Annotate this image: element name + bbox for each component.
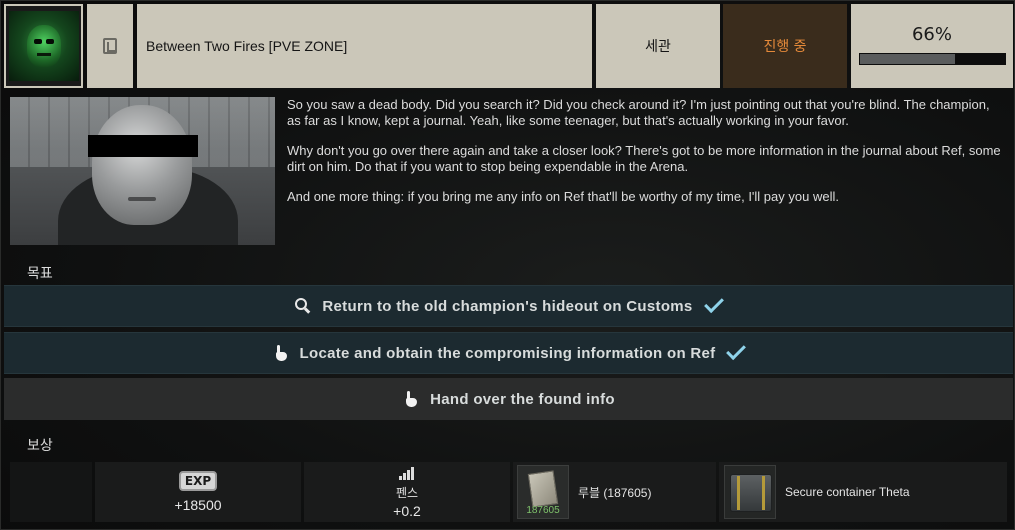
- objective-text: Locate and obtain the compromising infor…: [299, 344, 716, 362]
- item-stack-count: 187605: [526, 505, 560, 516]
- rewards-heading: 보상: [27, 438, 53, 454]
- objective-row[interactable]: Hand over the found info: [4, 378, 1013, 420]
- secure-container-icon: [724, 465, 776, 519]
- quest-type-cell: [87, 4, 133, 88]
- hand-icon: [402, 390, 420, 408]
- item-name: 루블 (187605): [578, 485, 652, 500]
- item-name: Secure container Theta: [785, 485, 910, 499]
- quest-briefing: So you saw a dead body. Did you search i…: [287, 97, 1003, 220]
- objective-text: Return to the old champion's hideout on …: [322, 297, 693, 315]
- quest-location: 세관: [596, 4, 720, 88]
- exp-value: +18500: [174, 497, 222, 513]
- rewards-row: EXP +18500 펜스 +0.2 187605 루블 (187605) Se…: [10, 462, 1007, 522]
- hand-icon: [272, 344, 290, 362]
- objective-row[interactable]: Locate and obtain the compromising infor…: [4, 332, 1013, 374]
- checkmark-icon: [703, 293, 724, 314]
- quest-window: Between Two Fires [PVE ZONE] 세관 진행 중 66%…: [0, 0, 1015, 530]
- reputation-value: +0.2: [393, 502, 421, 519]
- quest-header: Between Two Fires [PVE ZONE] 세관 진행 중 66%: [1, 1, 1015, 91]
- objective-row[interactable]: Return to the old champion's hideout on …: [4, 285, 1013, 327]
- reward-item-roubles[interactable]: 187605 루블 (187605): [513, 462, 716, 522]
- reputation-trader-name: 펜스: [395, 485, 419, 500]
- quest-title: Between Two Fires [PVE ZONE]: [137, 4, 592, 88]
- briefing-paragraph: And one more thing: if you bring me any …: [287, 189, 839, 204]
- checkmark-icon: [726, 340, 747, 361]
- reward-reputation[interactable]: 펜스 +0.2: [304, 462, 510, 522]
- progress-bar: [858, 53, 1006, 65]
- reward-slot-empty: [10, 462, 92, 522]
- search-icon: [294, 297, 312, 315]
- objectives-heading: 목표: [27, 266, 53, 282]
- roubles-icon: 187605: [517, 465, 569, 519]
- quest-status-badge: 진행 중: [723, 4, 847, 88]
- progress-percent: 66%: [911, 24, 952, 45]
- briefing-paragraph: So you saw a dead body. Did you search i…: [287, 97, 990, 128]
- objective-text: Hand over the found info: [430, 390, 615, 408]
- exp-icon: EXP: [178, 471, 218, 491]
- reputation-icon: [399, 466, 415, 480]
- progress-bar-fill: [859, 54, 956, 64]
- exit-door-icon: [103, 38, 117, 54]
- reward-item-container[interactable]: Secure container Theta: [719, 462, 1007, 522]
- quest-progress: 66%: [851, 4, 1013, 88]
- trader-briefing-image: [10, 97, 275, 245]
- briefing-paragraph: Why don't you go over there again and ta…: [287, 143, 1001, 174]
- trader-avatar: [8, 11, 79, 81]
- trader-portrait[interactable]: [4, 4, 83, 88]
- reward-experience[interactable]: EXP +18500: [95, 462, 301, 522]
